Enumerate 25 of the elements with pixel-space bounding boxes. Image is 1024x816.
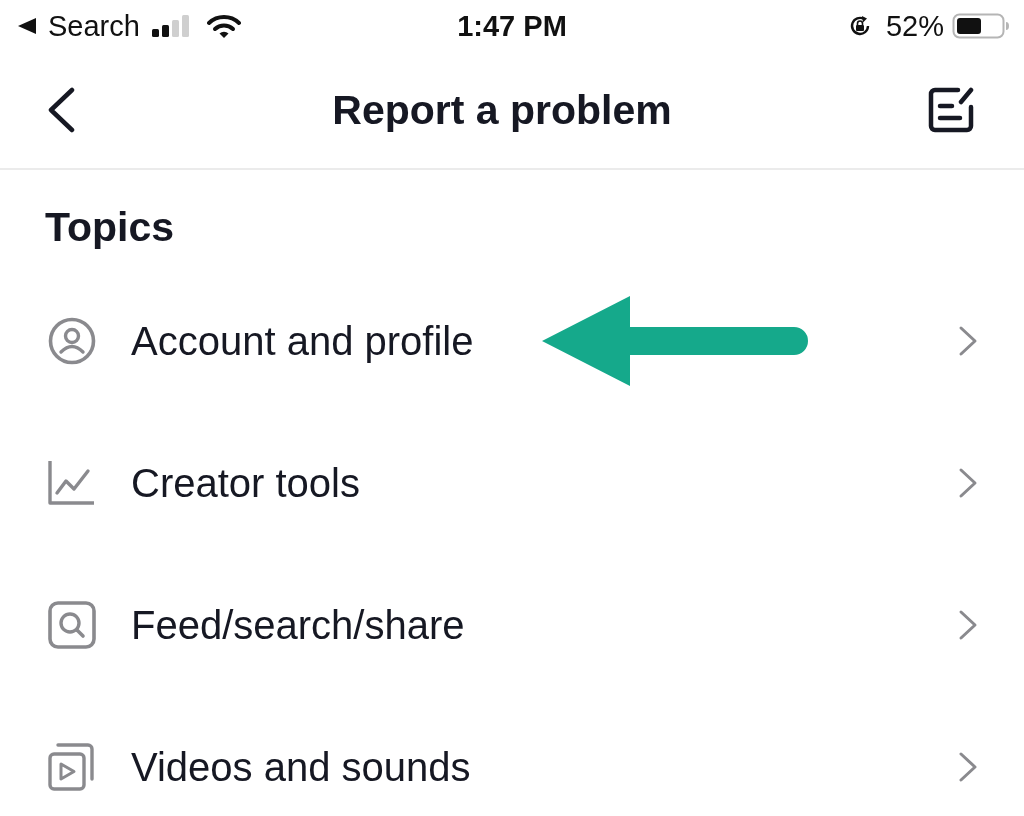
topic-item[interactable]: Feed/search/share — [0, 577, 1024, 673]
search-icon — [48, 601, 96, 649]
chevron-right-icon — [958, 467, 978, 499]
topic-item[interactable]: Account and profile — [0, 293, 1024, 389]
topic-item[interactable]: Creator tools — [0, 435, 1024, 531]
compose-button[interactable] — [928, 87, 974, 133]
section-heading: Topics — [45, 204, 175, 250]
user-circle-icon — [48, 317, 96, 365]
back-button[interactable] — [46, 87, 76, 133]
chevron-right-icon — [958, 325, 978, 357]
chevron-right-icon — [958, 609, 978, 641]
chevron-right-icon — [958, 751, 978, 783]
page-title: Report a problem — [332, 86, 672, 134]
back-app-link[interactable]: Search — [48, 9, 140, 43]
video-stack-icon — [48, 743, 96, 791]
chevron-left-icon — [46, 87, 76, 133]
signal-icon — [151, 15, 192, 37]
battery-percent: 52% — [885, 9, 944, 43]
battery-icon — [952, 13, 1010, 39]
line-chart-icon — [48, 459, 96, 507]
clock-time: 1:47 PM — [457, 9, 567, 43]
edit-note-icon — [928, 87, 974, 133]
back-triangle-icon[interactable] — [18, 18, 38, 34]
wifi-icon — [206, 13, 241, 39]
topic-item[interactable]: Videos and sounds — [0, 719, 1024, 815]
